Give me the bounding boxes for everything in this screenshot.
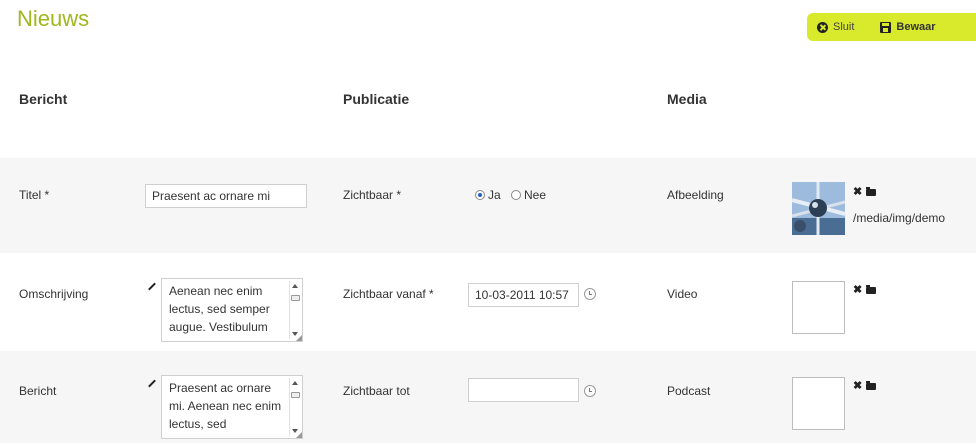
- browse-podcast-icon[interactable]: [866, 381, 876, 390]
- zichtbaar-label: Zichtbaar *: [343, 188, 402, 202]
- resize-grip-icon[interactable]: [296, 335, 302, 341]
- toolbar: Sluit Bewaar: [807, 13, 976, 41]
- resize-grip-icon[interactable]: [296, 432, 302, 438]
- omschrijving-text: Aenean nec enim lectus, sed semper augue…: [169, 284, 270, 334]
- edit-bericht-pencil-icon[interactable]: [148, 380, 156, 388]
- omschrijving-label: Omschrijving: [19, 287, 89, 301]
- browse-afbeelding-icon[interactable]: [866, 187, 876, 196]
- afbeelding-thumbnail: [792, 182, 845, 235]
- afbeelding-label: Afbeelding: [667, 188, 724, 202]
- column-heading-media: Media: [667, 91, 707, 107]
- remove-afbeelding-icon[interactable]: ✖: [853, 187, 862, 198]
- afbeelding-path: /media/img/demo: [853, 211, 946, 225]
- zichtbaar-tot-label: Zichtbaar tot: [343, 384, 410, 398]
- bericht-text: Praesent ac ornare mi. Aenean nec enim l…: [169, 381, 282, 431]
- zichtbaar-vanaf-input[interactable]: [468, 283, 579, 307]
- clock-icon[interactable]: [584, 288, 596, 300]
- podcast-label: Podcast: [667, 384, 711, 398]
- clock-icon[interactable]: [584, 385, 596, 397]
- save-button[interactable]: Bewaar: [880, 21, 936, 33]
- column-heading-publicatie: Publicatie: [343, 91, 410, 107]
- form-row-bericht: Bericht Praesent ac ornare mi. Aenean ne…: [0, 351, 976, 443]
- zichtbaar-tot-input[interactable]: [468, 378, 579, 402]
- titel-label: Titel *: [19, 188, 50, 202]
- omschrijving-textarea[interactable]: Aenean nec enim lectus, sed semper augue…: [161, 278, 303, 342]
- zichtbaar-nee-label: Nee: [524, 188, 547, 202]
- bericht-textarea[interactable]: Praesent ac ornare mi. Aenean nec enim l…: [161, 375, 303, 439]
- close-circle-icon: [817, 21, 828, 33]
- column-heading-bericht: Bericht: [19, 91, 68, 107]
- zichtbaar-nee-radio[interactable]: [511, 190, 521, 200]
- omschrijving-scrollbar[interactable]: [289, 281, 300, 339]
- remove-podcast-icon[interactable]: ✖: [853, 381, 862, 392]
- podcast-placeholder: [792, 377, 845, 430]
- bericht-scrollbar[interactable]: [289, 378, 300, 436]
- video-placeholder: [792, 281, 845, 334]
- zichtbaar-vanaf-label: Zichtbaar vanaf *: [343, 287, 434, 301]
- browse-video-icon[interactable]: [866, 285, 876, 294]
- form-row-titel: Titel * Zichtbaar * Ja Nee Afbeelding ✖ …: [0, 158, 976, 253]
- video-label: Video: [667, 287, 698, 301]
- close-button[interactable]: Sluit: [817, 21, 854, 33]
- titel-input[interactable]: [145, 184, 307, 208]
- atomium-image: [792, 182, 845, 235]
- close-button-label: Sluit: [833, 21, 855, 33]
- remove-video-icon[interactable]: ✖: [853, 285, 862, 296]
- form-row-omschrijving: Omschrijving Aenean nec enim lectus, sed…: [0, 253, 976, 351]
- edit-omschrijving-pencil-icon[interactable]: [148, 283, 156, 291]
- bericht-label: Bericht: [19, 384, 57, 398]
- page-title: Nieuws: [17, 6, 90, 31]
- zichtbaar-ja-label: Ja: [488, 188, 501, 202]
- floppy-disk-icon: [880, 21, 892, 33]
- zichtbaar-ja-radio[interactable]: [475, 190, 485, 200]
- save-button-label: Bewaar: [896, 21, 936, 33]
